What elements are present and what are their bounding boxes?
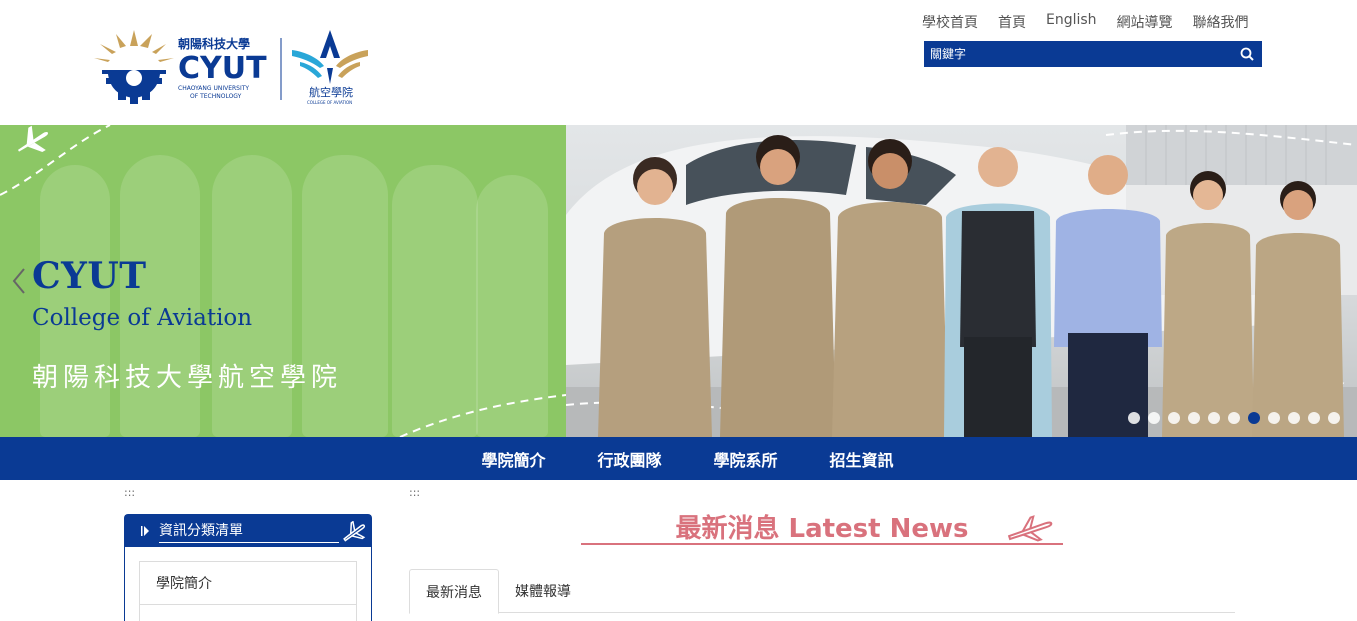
banner-dot[interactable] xyxy=(1308,412,1320,424)
banner-dot[interactable] xyxy=(1228,412,1240,424)
banner-title: CYUT xyxy=(32,255,147,297)
banner-prev-arrow[interactable] xyxy=(12,267,26,295)
banner-dot[interactable] xyxy=(1148,412,1160,424)
airplane-icon xyxy=(1007,515,1053,542)
tab-latest-news[interactable]: 最新消息 xyxy=(409,569,499,614)
top-link-home[interactable]: 首頁 xyxy=(998,12,1026,32)
banner-photo-figure xyxy=(598,157,712,437)
site-header: 朝陽科技大學 CYUT CHAOYANG UNIVERSITY OF TECHN… xyxy=(0,0,1357,125)
banner-pagination xyxy=(1128,412,1340,424)
nav-item-departments[interactable]: 學院系所 xyxy=(714,447,778,471)
main-nav: 學院簡介 行政團隊 學院系所 招生資訊 xyxy=(0,437,1357,480)
banner-photo-figure xyxy=(1054,155,1162,437)
banner-title-zh: 朝陽科技大學航空學院 xyxy=(32,363,343,393)
svg-text:CYUT: CYUT xyxy=(178,51,267,86)
search-input[interactable] xyxy=(924,41,1232,67)
tab-media-reports[interactable]: 媒體報導 xyxy=(499,569,587,613)
banner-dot-active[interactable] xyxy=(1248,412,1260,424)
banner-subtitle: College of Aviation xyxy=(32,305,253,331)
top-link-sitemap[interactable]: 網站導覽 xyxy=(1117,12,1173,32)
logo-graphic: 朝陽科技大學 CYUT CHAOYANG UNIVERSITY OF TECHN… xyxy=(94,30,368,105)
banner-dot[interactable] xyxy=(1328,412,1340,424)
sidebar-item-college-intro[interactable]: 學院簡介 xyxy=(139,561,357,605)
svg-text:COLLEGE OF AVIATION: COLLEGE OF AVIATION xyxy=(307,100,352,105)
banner-dot[interactable] xyxy=(1168,412,1180,424)
top-link-contact[interactable]: 聯絡我們 xyxy=(1193,12,1249,32)
top-links: 學校首頁 首頁 English 網站導覽 聯絡我們 xyxy=(922,12,1249,32)
hero-banner: CYUT College of Aviation 朝陽科技大學航空學院 xyxy=(0,125,1357,437)
sidebar-header: 資訊分類清單 xyxy=(125,515,371,547)
banner-dot[interactable] xyxy=(1208,412,1220,424)
accesskey-marker-center[interactable]: ::: xyxy=(409,486,420,499)
news-heading-underline xyxy=(581,543,1063,545)
banner-dot[interactable] xyxy=(1268,412,1280,424)
banner-photo-figure xyxy=(832,139,948,437)
top-link-school-home[interactable]: 學校首頁 xyxy=(922,12,978,32)
sidebar-item[interactable] xyxy=(139,605,357,621)
search-icon[interactable] xyxy=(1232,41,1262,67)
svg-text:OF TECHNOLOGY: OF TECHNOLOGY xyxy=(190,93,242,100)
play-icon xyxy=(141,526,149,536)
banner-photo xyxy=(566,125,1357,437)
banner-dot[interactable] xyxy=(1288,412,1300,424)
nav-item-admissions[interactable]: 招生資訊 xyxy=(830,447,894,471)
banner-green-panel: CYUT College of Aviation 朝陽科技大學航空學院 xyxy=(0,125,566,437)
nav-item-admin-team[interactable]: 行政團隊 xyxy=(597,447,661,471)
accesskey-marker-left[interactable]: ::: xyxy=(124,486,135,499)
news-tabs: 最新消息 媒體報導 xyxy=(409,569,1235,614)
college-logo[interactable]: 朝陽科技大學 CYUT CHAOYANG UNIVERSITY OF TECHN… xyxy=(94,28,374,108)
news-heading: 最新消息 Latest News xyxy=(675,514,969,544)
search-bar xyxy=(924,41,1262,67)
airplane-icon xyxy=(343,521,366,542)
nav-item-college-intro[interactable]: 學院簡介 xyxy=(481,447,545,471)
banner-dot[interactable] xyxy=(1128,412,1140,424)
banner-photo-figure xyxy=(944,147,1052,437)
category-sidebar: 資訊分類清單 學院簡介 xyxy=(124,514,372,621)
banner-photo-figure xyxy=(1162,171,1254,437)
banner-photo-figure xyxy=(720,135,836,437)
svg-text:航空學院: 航空學院 xyxy=(309,85,353,99)
svg-text:朝陽科技大學: 朝陽科技大學 xyxy=(178,36,250,51)
banner-photo-figure xyxy=(1252,181,1344,437)
sidebar-list: 學院簡介 xyxy=(125,547,371,621)
top-link-english[interactable]: English xyxy=(1046,12,1097,32)
sidebar-title: 資訊分類清單 xyxy=(159,520,339,543)
svg-text:CHAOYANG UNIVERSITY: CHAOYANG UNIVERSITY xyxy=(178,85,249,92)
banner-dot[interactable] xyxy=(1188,412,1200,424)
